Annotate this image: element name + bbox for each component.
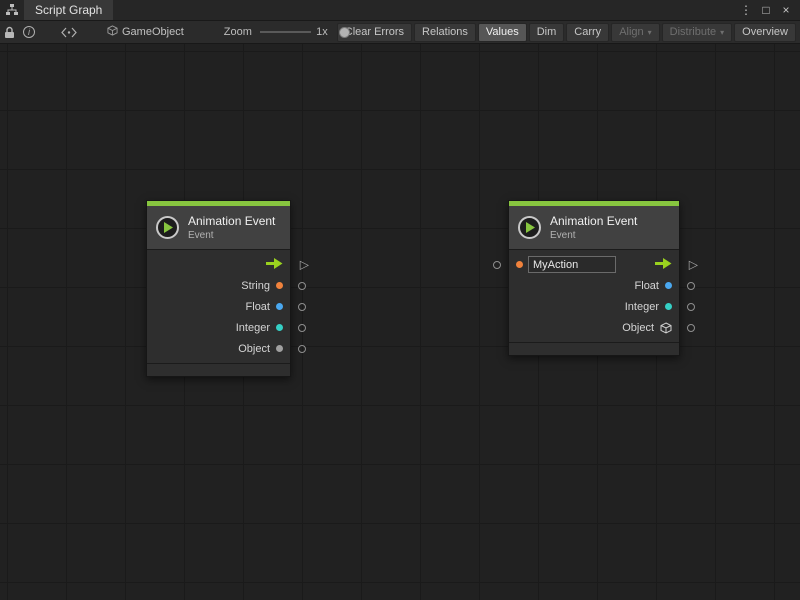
script-graph-window: Script Graph ⋮ □ × i xyxy=(0,0,800,600)
port-label-integer: Integer xyxy=(625,301,659,313)
object-port-dot xyxy=(276,345,283,352)
object-output-socket[interactable] xyxy=(687,324,695,332)
node-footer xyxy=(509,342,679,355)
tab-title: Script Graph xyxy=(35,3,102,17)
node-header[interactable]: Animation Event Event xyxy=(147,206,290,249)
port-label-string: String xyxy=(241,280,270,292)
object-output-socket[interactable] xyxy=(298,345,306,353)
port-label-float: Float xyxy=(246,301,270,313)
zoom-slider-handle[interactable] xyxy=(339,27,350,38)
integer-port-dot xyxy=(276,324,283,331)
port-label-integer: Integer xyxy=(236,322,270,334)
node-footer xyxy=(147,363,290,376)
graph-icon xyxy=(0,0,24,20)
carry-button[interactable]: Carry xyxy=(566,23,609,42)
float-output-socket[interactable] xyxy=(298,303,306,311)
port-row-integer: Integer xyxy=(509,296,679,317)
graph-target[interactable]: GameObject xyxy=(107,25,184,39)
event-play-icon xyxy=(518,216,541,239)
zoom-value: 1x xyxy=(316,26,328,38)
menu-icon[interactable]: ⋮ xyxy=(738,3,754,17)
node-body: ▷ String Float Integer xyxy=(147,249,290,363)
float-port-dot xyxy=(276,303,283,310)
node-animation-event-1[interactable]: Animation Event Event ▷ String xyxy=(146,200,291,377)
relations-button[interactable]: Relations xyxy=(414,23,476,42)
align-button[interactable]: Align ▾ xyxy=(611,23,659,42)
cube-icon xyxy=(660,322,672,334)
graph-target-label: GameObject xyxy=(122,26,184,38)
window-controls: ⋮ □ × xyxy=(738,0,800,20)
toolbar-buttons: Clear Errors Relations Values Dim Carry … xyxy=(337,23,796,42)
port-row-float: Float xyxy=(147,296,290,317)
zoom-slider[interactable] xyxy=(260,25,311,39)
lock-icon[interactable] xyxy=(4,23,15,41)
zoom-slider-track xyxy=(260,31,311,33)
dropdown-arrow-icon: ▾ xyxy=(648,28,652,37)
node-subtitle: Event xyxy=(550,230,637,241)
integer-output-socket[interactable] xyxy=(687,303,695,311)
node-header[interactable]: Animation Event Event xyxy=(509,206,679,249)
name-input-socket[interactable] xyxy=(493,261,501,269)
integer-port-dot xyxy=(665,303,672,310)
dropdown-arrow-icon: ▾ xyxy=(720,28,724,37)
maximize-icon[interactable]: □ xyxy=(758,3,774,17)
flow-output-row: ▷ xyxy=(147,254,290,275)
tab-script-graph[interactable]: Script Graph xyxy=(24,0,113,20)
port-label-object: Object xyxy=(238,343,270,355)
port-row-object: Object xyxy=(509,317,679,338)
port-row-string: String xyxy=(147,275,290,296)
port-row-integer: Integer xyxy=(147,317,290,338)
name-input-flow-row: ▷ xyxy=(509,254,679,275)
port-label-object: Object xyxy=(622,322,654,334)
zoom-label: Zoom xyxy=(224,26,252,38)
node-animation-event-2[interactable]: Animation Event Event ▷ xyxy=(508,200,680,356)
node-body: ▷ Float Integer Object xyxy=(509,249,679,342)
close-icon[interactable]: × xyxy=(778,3,794,17)
info-icon[interactable]: i xyxy=(23,23,35,41)
string-port-dot xyxy=(276,282,283,289)
tab-bar: Script Graph ⋮ □ × xyxy=(0,0,800,21)
code-icon[interactable] xyxy=(61,23,77,41)
node-subtitle: Event xyxy=(188,230,275,241)
gameobject-icon xyxy=(107,25,118,39)
node-title: Animation Event xyxy=(550,214,637,228)
flow-output-socket[interactable]: ▷ xyxy=(689,258,698,270)
float-port-dot xyxy=(665,282,672,289)
integer-output-socket[interactable] xyxy=(298,324,306,332)
flow-arrow-icon[interactable] xyxy=(266,258,283,272)
graph-canvas[interactable]: Animation Event Event ▷ String xyxy=(0,44,800,600)
float-output-socket[interactable] xyxy=(687,282,695,290)
flow-output-socket[interactable]: ▷ xyxy=(300,258,309,270)
port-row-object: Object xyxy=(147,338,290,359)
action-name-input[interactable] xyxy=(528,256,616,273)
graph-toolbar: i GameObject Zoom 1x Clear E xyxy=(0,21,800,44)
string-input-dot xyxy=(516,261,523,268)
port-row-float: Float xyxy=(509,275,679,296)
overview-button[interactable]: Overview xyxy=(734,23,796,42)
dim-button[interactable]: Dim xyxy=(529,23,565,42)
node-title: Animation Event xyxy=(188,214,275,228)
distribute-button[interactable]: Distribute ▾ xyxy=(662,23,732,42)
port-label-float: Float xyxy=(635,280,659,292)
string-output-socket[interactable] xyxy=(298,282,306,290)
event-play-icon xyxy=(156,216,179,239)
flow-arrow-icon[interactable] xyxy=(655,258,672,272)
values-button[interactable]: Values xyxy=(478,23,527,42)
